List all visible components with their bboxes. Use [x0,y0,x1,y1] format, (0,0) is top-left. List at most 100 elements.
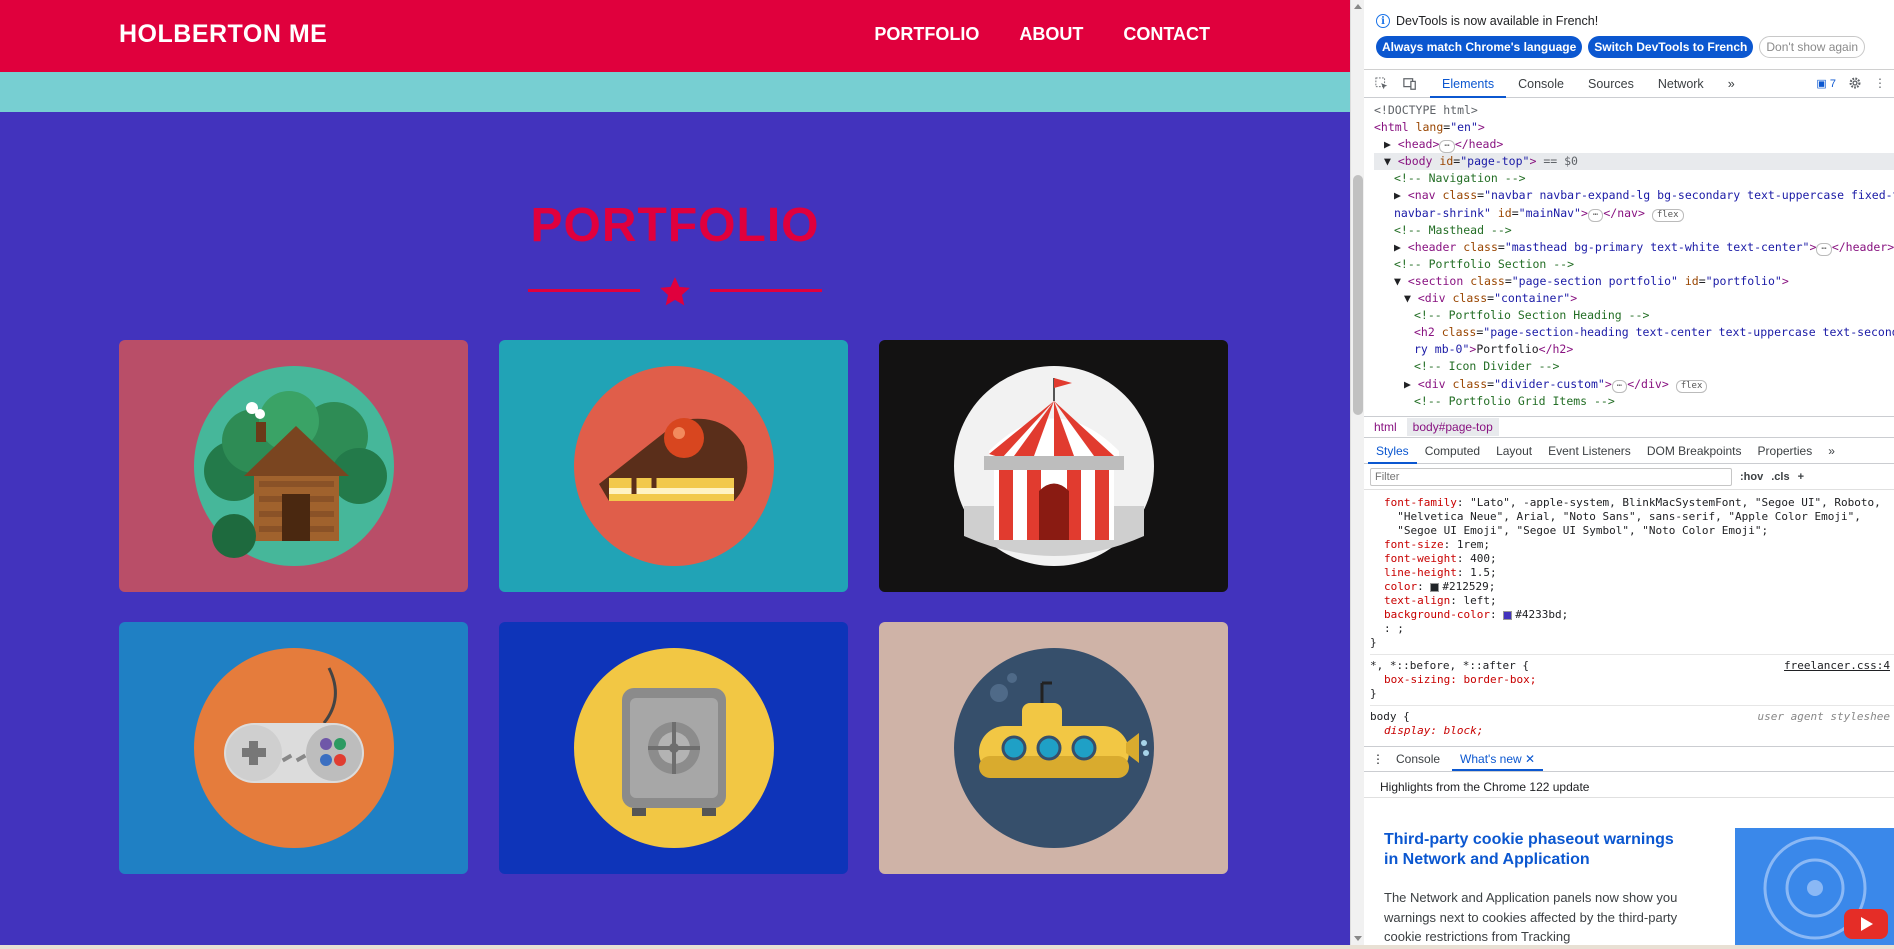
portfolio-item-submarine[interactable] [879,622,1228,874]
dom-node-line[interactable]: <!DOCTYPE html> [1374,102,1894,119]
nav-link-contact[interactable]: CONTACT [1123,24,1210,45]
close-icon[interactable]: ✕ [1525,752,1535,766]
star-icon [660,277,690,306]
dom-node-line[interactable]: navbar-shrink" id="mainNav"> ⋯ </nav> flex [1374,205,1894,222]
rule-body-source: user agent styleshee [1757,710,1890,723]
breadcrumb: html body#page-top [1364,416,1894,438]
body-rule-declarations: font-family: "Lato", -apple-system, Blin… [1370,496,1894,636]
scroll-up-arrow[interactable] [1354,4,1362,9]
tab-event-listeners[interactable]: Event Listeners [1540,438,1639,464]
css-declaration[interactable]: font-family: "Lato", -apple-system, Blin… [1370,496,1894,510]
circus-tent-icon [953,366,1154,566]
breadcrumb-body[interactable]: body#page-top [1406,418,1499,436]
tab-sources[interactable]: Sources [1576,70,1646,98]
tab-elements[interactable]: Elements [1430,70,1507,98]
rule-universal-source[interactable]: freelancer.css:4 [1784,659,1890,673]
tab-computed[interactable]: Computed [1417,438,1488,464]
dom-node-line[interactable]: ▼ <body id="page-top"> == $0 [1374,153,1894,171]
issues-badge[interactable]: ▣ 7 [1816,77,1836,90]
dom-node-line[interactable]: ▼ <div class="container"> [1374,290,1894,307]
dom-node-line[interactable]: <html lang="en"> [1374,119,1894,136]
page-scrollbar[interactable] [1350,0,1364,945]
dom-node-line[interactable]: <!-- Icon Divider --> [1374,358,1894,375]
dom-node-line[interactable]: <!-- Portfolio Section Heading --> [1374,307,1894,324]
safe-icon [573,648,774,848]
portfolio-item-circus[interactable] [879,340,1228,592]
tab-layout[interactable]: Layout [1488,438,1540,464]
css-declaration[interactable]: text-align: left; [1370,594,1894,608]
icon-divider [528,275,822,306]
rule-universal-prop[interactable]: box-sizing: border-box; [1370,673,1894,687]
dom-node-line[interactable]: ▼ <section class="page-section portfolio… [1374,273,1894,290]
dom-node-line[interactable]: ▶ <header class="masthead bg-primary tex… [1374,239,1894,256]
tab-console[interactable]: Console [1506,70,1576,98]
breadcrumb-html[interactable]: html [1368,418,1403,436]
css-declaration[interactable]: background-color: #4233bd; [1370,608,1894,622]
dom-node-line[interactable]: ry mb-0">Portfolio</h2> [1374,341,1894,358]
more-tabs-icon[interactable]: » [1716,70,1747,98]
css-declaration[interactable]: : ; [1370,622,1894,636]
dom-node-line[interactable]: <!-- Navigation --> [1374,170,1894,187]
video-thumbnail[interactable] [1735,828,1894,945]
new-rule-icon[interactable]: + [1798,471,1804,483]
tab-properties[interactable]: Properties [1750,438,1821,464]
switch-french-button[interactable]: Switch DevTools to French [1588,36,1754,58]
game-controller-icon [193,648,394,848]
styles-pane: font-family: "Lato", -apple-system, Blin… [1364,490,1894,750]
whats-new-title[interactable]: Third-party cookie phaseout warnings in … [1384,830,1684,870]
css-declaration[interactable]: line-height: 1.5; [1370,566,1894,580]
portfolio-item-safe[interactable] [499,622,848,874]
kebab-menu-icon[interactable]: ⋮ [1874,76,1886,90]
nav-link-about[interactable]: ABOUT [1019,24,1083,45]
hov-toggle[interactable]: :hov [1740,471,1763,483]
device-toolbar-icon[interactable] [1402,77,1418,91]
highlights-text: Highlights from the Chrome 122 update [1364,772,1894,798]
drawer-tab-whats-new[interactable]: What's new ✕ [1452,747,1544,771]
dom-node-line[interactable]: <h2 class="page-section-heading text-cen… [1374,324,1894,341]
portfolio-heading: PORTFOLIO [530,199,820,252]
inspect-element-icon[interactable] [1374,76,1390,91]
match-language-button[interactable]: Always match Chrome's language [1376,36,1583,58]
tab-dom-breakpoints[interactable]: DOM Breakpoints [1639,438,1750,464]
css-declaration[interactable]: font-weight: 400; [1370,552,1894,566]
nav-link-portfolio[interactable]: PORTFOLIO [874,24,979,45]
portfolio-item-cabin[interactable] [119,340,468,592]
portfolio-item-game[interactable] [119,622,468,874]
more-styles-tabs-icon[interactable]: » [1820,438,1843,464]
dom-node-line[interactable]: ▶ <head> ⋯ </head> [1374,136,1894,154]
language-notice: i DevTools is now available in French! A… [1364,0,1894,70]
css-declaration[interactable]: "Helvetica Neue", Arial, "Noto Sans", sa… [1370,510,1894,524]
tab-network[interactable]: Network [1646,70,1716,98]
css-declaration[interactable]: "Segoe UI Emoji", "Segoe UI Symbol", "No… [1370,524,1894,538]
rule-body-ua: body { user agent styleshee [1370,705,1894,724]
brand-link[interactable]: HOLBERTON ME [119,20,327,49]
masthead [0,72,1350,112]
drawer-tab-console[interactable]: Console [1388,747,1448,771]
dom-node-line[interactable]: <!-- Portfolio Grid Items --> [1374,393,1894,410]
portfolio-item-cake[interactable] [499,340,848,592]
divider-line-left [528,289,640,292]
rule-body-selector: body { [1370,710,1410,723]
dom-node-line[interactable]: <!-- Portfolio Section --> [1374,256,1894,273]
dont-show-again-button[interactable]: Don't show again [1759,36,1866,58]
rule-body-prop: display: block; [1384,724,1484,737]
scroll-thumb[interactable] [1353,175,1363,415]
cls-toggle[interactable]: .cls [1771,471,1789,483]
cabin-icon [193,366,394,566]
css-declaration[interactable]: color: #212529; [1370,580,1894,594]
youtube-play-icon[interactable] [1844,909,1888,939]
dom-node-line[interactable]: <!-- Masthead --> [1374,222,1894,239]
website-viewport: HOLBERTON ME PORTFOLIO ABOUT CONTACT POR… [0,0,1350,945]
dom-node-line[interactable]: ▶ <div class="divider-custom"> ⋯ </div> fl… [1374,376,1894,393]
scroll-down-arrow[interactable] [1354,936,1362,941]
nav-links: PORTFOLIO ABOUT CONTACT [874,24,1210,45]
drawer-menu-icon[interactable]: ⋮ [1372,752,1384,766]
bottom-edge [0,945,1894,949]
css-declaration[interactable]: font-size: 1rem; [1370,538,1894,552]
settings-gear-icon[interactable] [1848,76,1862,90]
styles-filter-input[interactable] [1370,467,1732,486]
dom-node-line[interactable]: ▶ <nav class="navbar navbar-expand-lg bg… [1374,187,1894,204]
drawer-tab-whats-new-label: What's new [1460,752,1522,766]
dom-tree[interactable]: <!DOCTYPE html> <html lang="en"> ▶ <head> ⋯… [1364,98,1894,416]
tab-styles[interactable]: Styles [1368,438,1417,464]
